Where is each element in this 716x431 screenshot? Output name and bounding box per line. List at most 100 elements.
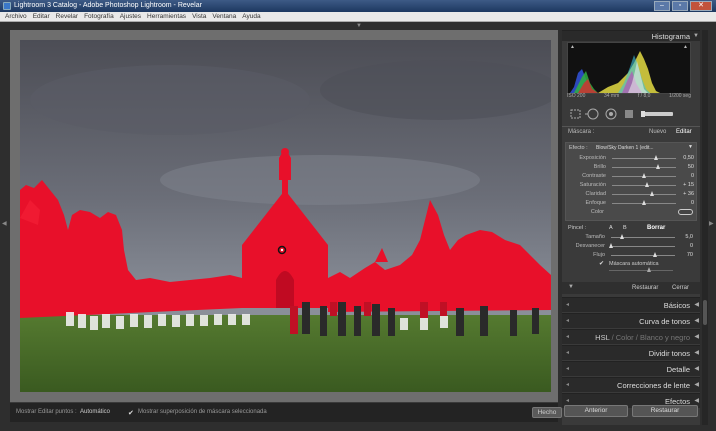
effect-preset-select[interactable]: Blow/Sky Darken 1 (edit... [596, 145, 654, 151]
slider-row: Brillo 50 [566, 163, 698, 172]
slider-knob[interactable] [650, 191, 655, 196]
slider-label: Contraste [582, 173, 606, 179]
slider-knob[interactable] [608, 243, 613, 248]
auto-mask-checkbox[interactable]: ✔ [599, 260, 604, 267]
slider-track[interactable] [612, 194, 676, 195]
slider-track[interactable] [611, 246, 675, 247]
histogram-panel-header[interactable]: Histograma ▼ [562, 30, 700, 41]
histogram-info: ISO 200 34 mm f / 8,0 1/200 seg [567, 93, 691, 99]
panel-hsl-color-bw[interactable]: ◂ HSL / Color / Blanco y negro ◀ [562, 329, 700, 344]
show-edit-points-select[interactable]: Automático [80, 409, 110, 415]
slider-value[interactable]: 0 [691, 200, 694, 206]
panel-dividir-tonos[interactable]: ◂ Dividir tonos ◀ [562, 345, 700, 360]
color-swatch[interactable] [678, 209, 693, 215]
top-panel-toggle-icon[interactable]: ▼ [356, 23, 362, 29]
slider-knob[interactable] [641, 200, 646, 205]
slider-value[interactable]: 0 [691, 173, 694, 179]
panel-toggle-icon: ◂ [566, 302, 570, 308]
slider-label: Enfoque [585, 200, 607, 206]
panel-detalle[interactable]: ◂ Detalle ◀ [562, 361, 700, 376]
brush-erase-button[interactable]: Borrar [647, 225, 665, 231]
close-button[interactable]: ✕ [690, 1, 712, 11]
slider-value[interactable]: 0,50 [683, 155, 694, 161]
density-track[interactable] [609, 270, 673, 271]
expand-triangle-icon: ◀ [694, 382, 699, 388]
slider-value[interactable]: + 36 [683, 191, 694, 197]
expand-triangle-icon: ◀ [694, 302, 699, 308]
tab-color[interactable]: Color [616, 333, 634, 342]
crop-tool-icon[interactable] [570, 109, 581, 119]
minimize-button[interactable]: – [654, 1, 670, 11]
highlight-clip-icon[interactable]: ▲ [683, 44, 688, 50]
mask-new-button[interactable]: Nuevo [649, 129, 666, 135]
overlay-checkbox[interactable]: ✔ [128, 409, 134, 417]
panel-correcciones-lente[interactable]: ◂ Correcciones de lente ◀ [562, 377, 700, 392]
slider-label: Desvanecer [575, 243, 605, 249]
slider-knob[interactable] [620, 234, 625, 239]
shadow-clip-icon[interactable]: ▲ [570, 44, 575, 50]
scrollbar-thumb[interactable] [703, 300, 707, 325]
expand-triangle-icon: ◀ [694, 318, 699, 324]
menu-revelar[interactable]: Revelar [56, 12, 78, 21]
slider-value[interactable]: 70 [687, 252, 693, 258]
effect-panel: Efecto : Blow/Sky Darken 1 (edit... ▼ Ex… [565, 142, 697, 221]
reset-button[interactable]: Restaurar [632, 405, 698, 417]
menu-fotografia[interactable]: Fotografía [84, 12, 114, 21]
slider-value[interactable]: + 15 [683, 182, 694, 188]
overlay-label: Mostrar superposición de máscara selecci… [138, 409, 267, 415]
histogram-chart: ▲ ▲ [567, 42, 691, 94]
slider-knob[interactable] [653, 252, 658, 257]
menu-archivo[interactable]: Archivo [5, 12, 27, 21]
menu-ventana[interactable]: Ventana [212, 12, 236, 21]
panel-toggle-icon: ◂ [566, 382, 570, 388]
right-panel-scrollbar[interactable] [702, 30, 708, 425]
menu-editar[interactable]: Editar [33, 12, 50, 21]
tab-blanco-y-negro[interactable]: Blanco y negro [640, 333, 690, 342]
tab-hsl[interactable]: HSL [595, 333, 609, 342]
slider-row: Saturación + 15 [566, 181, 698, 190]
panel-close-button[interactable]: Cerrar [672, 285, 689, 291]
slider-track[interactable] [612, 167, 676, 168]
left-panel-toggle-icon[interactable]: ◀ [2, 220, 7, 227]
spot-removal-tool-icon[interactable] [585, 108, 599, 120]
menu-ajustes[interactable]: Ajustes [120, 12, 141, 21]
menu-herramientas[interactable]: Herramientas [147, 12, 186, 21]
lightroom-app-icon [3, 2, 11, 10]
slider-value[interactable]: 0 [690, 243, 693, 249]
panel-basicos[interactable]: ◂ Básicos ◀ [562, 297, 700, 312]
maximize-button[interactable]: ▫ [672, 1, 688, 11]
panel-footer: ▼ Restaurar Cerrar [562, 282, 700, 294]
panel-toggle-icon: ◂ [566, 366, 570, 372]
slider-knob[interactable] [654, 155, 659, 160]
brush-b-button[interactable]: B [623, 225, 627, 231]
slider-label: Flujo [593, 252, 605, 258]
done-button[interactable]: Hecho [532, 407, 562, 418]
panel-curva-de-tonos[interactable]: ◂ Curva de tonos ◀ [562, 313, 700, 328]
slider-label: Brillo [593, 164, 606, 170]
photo-with-mask-overlay[interactable] [20, 40, 551, 392]
slider-value[interactable]: 50 [688, 164, 694, 170]
adjustment-brush-tool-icon[interactable] [641, 111, 673, 117]
slider-value[interactable]: 5,0 [685, 234, 693, 240]
previous-button[interactable]: Anterior [564, 405, 628, 417]
slider-track[interactable] [612, 158, 676, 159]
slider-knob[interactable] [655, 164, 660, 169]
density-knob[interactable] [647, 267, 651, 272]
slider-track[interactable] [611, 255, 675, 256]
effect-dropdown-icon[interactable]: ▼ [688, 144, 693, 150]
brush-a-button[interactable]: A [609, 225, 613, 231]
mask-edit-button[interactable]: Editar [676, 129, 692, 135]
panel-reset-button[interactable]: Restaurar [632, 285, 658, 291]
switch-icon[interactable]: ▼ [568, 284, 574, 290]
menu-vista[interactable]: Vista [192, 12, 206, 21]
slider-knob[interactable] [641, 173, 646, 178]
slider-track[interactable] [612, 185, 676, 186]
menu-ayuda[interactable]: Ayuda [242, 12, 260, 21]
red-eye-tool-icon[interactable] [605, 108, 617, 120]
panel-curva-label: Curva de tonos [639, 317, 690, 326]
slider-row: Exposición 0,50 [566, 154, 698, 163]
panel-correcciones-label: Correcciones de lente [617, 381, 690, 390]
graduated-filter-tool-icon[interactable] [625, 110, 633, 118]
slider-knob[interactable] [645, 182, 650, 187]
right-panel-toggle-icon[interactable]: ▶ [709, 220, 714, 227]
